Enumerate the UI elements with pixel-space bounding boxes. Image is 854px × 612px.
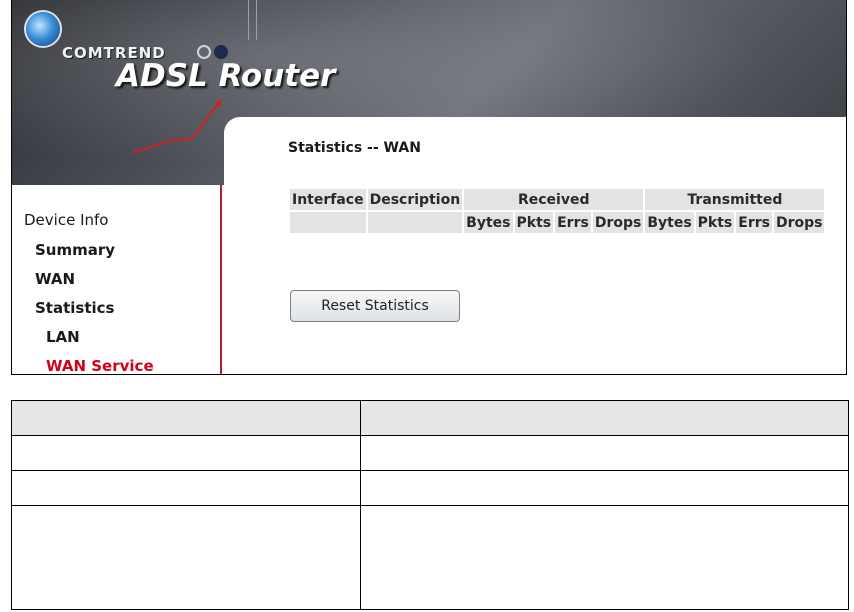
table-cell (11, 505, 361, 610)
empty-cell (367, 212, 463, 233)
sidebar-nav: Device Info Summary WAN Statistics LAN W… (12, 185, 222, 374)
table-header-row (11, 400, 849, 436)
page-title: Statistics -- WAN (288, 140, 421, 156)
sidebar-item-summary[interactable]: Summary (35, 241, 115, 259)
table-cell (360, 505, 849, 610)
sub-rx-pkts: Pkts (514, 212, 554, 233)
globe-icon (26, 12, 60, 46)
sidebar-item-lan[interactable]: LAN (46, 328, 80, 346)
table-row (11, 470, 849, 506)
col-description: Description (367, 189, 463, 210)
empty-cell (290, 212, 366, 233)
wan-stats-table: Interface Description Received Transmitt… (288, 187, 826, 235)
banner-title: ADSL Router (116, 58, 336, 94)
table-cell (11, 400, 361, 436)
table-cell (360, 470, 849, 506)
table-row (11, 505, 849, 610)
col-transmitted: Transmitted (645, 189, 825, 210)
table-cell (360, 435, 849, 471)
sub-rx-drops: Drops (592, 212, 644, 233)
sidebar-item-statistics[interactable]: Statistics (35, 299, 114, 317)
table-cell (360, 400, 849, 436)
sub-tx-drops: Drops (773, 212, 825, 233)
table-subheader-row: Bytes Pkts Errs Drops Bytes Pkts Errs Dr… (290, 212, 825, 233)
table-cell (11, 470, 361, 506)
col-received: Received (464, 189, 644, 210)
sub-tx-errs: Errs (736, 212, 772, 233)
router-screenshot: COMTREND ADSL Router Device Info Summary… (11, 0, 847, 375)
sub-rx-bytes: Bytes (464, 212, 513, 233)
sidebar-item-wan-service[interactable]: WAN Service (46, 357, 154, 374)
sidebar-item-wan[interactable]: WAN (35, 270, 75, 288)
sub-rx-errs: Errs (555, 212, 591, 233)
sidebar-item-device-info[interactable]: Device Info (24, 211, 108, 229)
sub-tx-pkts: Pkts (695, 212, 735, 233)
table-cell (11, 435, 361, 471)
sub-tx-bytes: Bytes (645, 212, 694, 233)
col-interface: Interface (290, 189, 366, 210)
description-table (11, 400, 849, 610)
reset-statistics-button[interactable]: Reset Statistics (290, 290, 460, 322)
swoosh-arrow-icon (131, 99, 223, 153)
table-row (11, 435, 849, 471)
table-header-row: Interface Description Received Transmitt… (290, 189, 825, 210)
